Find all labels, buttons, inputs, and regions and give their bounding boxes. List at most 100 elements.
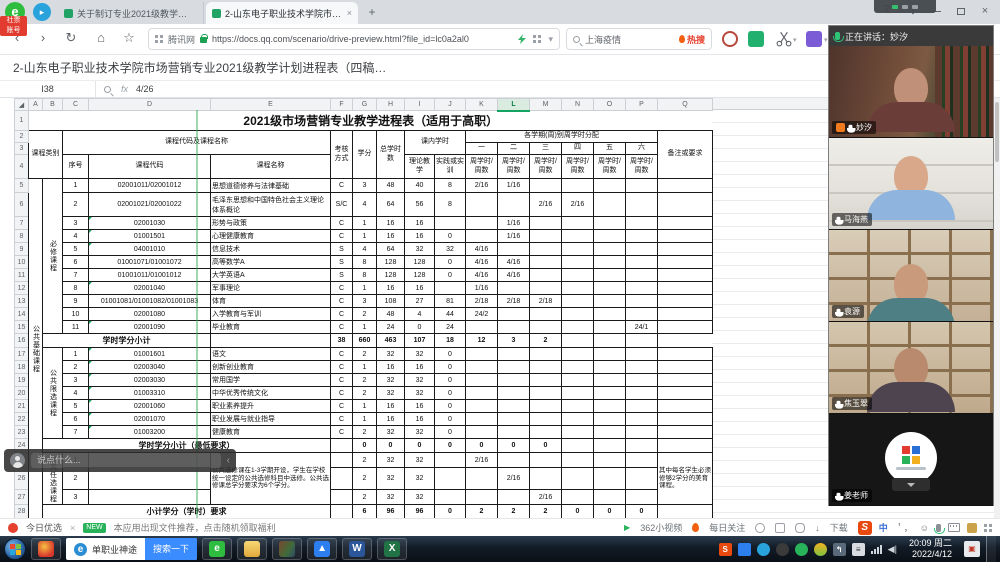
row-header-19[interactable]: 19 — [15, 374, 29, 387]
course-code-cell[interactable]: 02001030 — [89, 217, 211, 230]
table-cell[interactable] — [594, 295, 626, 308]
table-cell[interactable] — [530, 426, 562, 439]
table-cell[interactable] — [530, 230, 562, 243]
table-cell[interactable] — [498, 348, 530, 361]
table-cell[interactable]: 12 — [466, 334, 498, 348]
table-cell[interactable] — [498, 400, 530, 413]
column-header-L[interactable]: L — [498, 99, 530, 111]
table-cell[interactable]: 8 — [353, 256, 377, 269]
table-cell[interactable] — [530, 348, 562, 361]
table-cell[interactable]: 660 — [353, 334, 377, 348]
skin-icon[interactable] — [967, 523, 977, 533]
table-cell[interactable] — [562, 348, 594, 361]
column-header-F[interactable]: F — [331, 99, 353, 111]
table-cell[interactable]: 27 — [405, 295, 435, 308]
lightning-icon[interactable] — [518, 34, 526, 44]
search-ad-button[interactable]: 搜索一下 — [145, 538, 197, 560]
reading-mode-icon[interactable] — [748, 31, 764, 47]
table-cell[interactable] — [658, 374, 713, 387]
table-cell[interactable] — [466, 400, 498, 413]
table-cell[interactable]: 7 — [63, 269, 89, 282]
table-cell[interactable]: 3 — [63, 490, 89, 505]
table-cell[interactable] — [466, 413, 498, 426]
collapse-panel-button[interactable] — [892, 478, 930, 491]
table-cell[interactable]: 2/16 — [498, 468, 530, 490]
row-header-11[interactable]: 11 — [15, 269, 29, 282]
table-cell[interactable]: 2/18 — [530, 295, 562, 308]
table-cell[interactable] — [498, 243, 530, 256]
table-cell[interactable] — [594, 453, 626, 468]
course-name-cell[interactable]: 职业素养提升 — [211, 400, 331, 413]
row-header-14[interactable]: 14 — [15, 308, 29, 321]
table-cell[interactable] — [466, 490, 498, 505]
table-cell[interactable]: 40 — [405, 179, 435, 193]
table-cell[interactable]: 2/16 — [530, 490, 562, 505]
download-icon[interactable]: ↓ — [815, 523, 820, 533]
collapse-chevron-icon[interactable]: ‹ — [227, 455, 230, 466]
table-cell[interactable] — [466, 321, 498, 334]
table-cell[interactable]: 48 — [377, 308, 405, 321]
table-cell[interactable] — [658, 295, 713, 308]
favorites-star-icon[interactable]: ☆ — [120, 30, 138, 46]
table-cell[interactable] — [331, 439, 353, 453]
table-cell[interactable]: C — [331, 348, 353, 361]
table-cell[interactable]: C — [331, 179, 353, 193]
table-cell[interactable]: 11 — [63, 321, 89, 334]
table-cell[interactable] — [498, 490, 530, 505]
column-header-E[interactable]: E — [211, 99, 331, 111]
telegram-tray-icon[interactable] — [757, 543, 770, 556]
table-cell[interactable] — [658, 269, 713, 282]
table-cell[interactable] — [435, 282, 466, 295]
table-cell[interactable]: 32 — [405, 453, 435, 468]
table-cell[interactable] — [562, 179, 594, 193]
table-cell[interactable]: 0 — [435, 387, 466, 400]
table-cell[interactable]: 128 — [405, 269, 435, 282]
table-cell[interactable]: 6 — [63, 256, 89, 269]
table-cell[interactable]: 2/18 — [466, 295, 498, 308]
heart-icon[interactable] — [795, 523, 805, 533]
table-cell[interactable] — [626, 230, 658, 243]
table-cell[interactable]: 16 — [405, 282, 435, 295]
table-cell[interactable] — [594, 179, 626, 193]
table-cell[interactable]: 0 — [435, 230, 466, 243]
table-cell[interactable]: 6 — [353, 505, 377, 519]
course-name-cell[interactable]: 心理健康教育 — [211, 230, 331, 243]
pen-drive-tray-icon[interactable]: ↰ — [833, 543, 846, 556]
table-cell[interactable] — [594, 334, 626, 348]
forward-icon[interactable]: › — [34, 30, 52, 45]
row-header-15[interactable]: 15 — [15, 321, 29, 334]
column-header-K[interactable]: K — [466, 99, 498, 111]
column-header-H[interactable]: H — [377, 99, 405, 111]
table-cell[interactable] — [658, 256, 713, 269]
table-cell[interactable]: 3 — [63, 374, 89, 387]
row-header-27[interactable]: 27 — [15, 490, 29, 505]
row-header-10[interactable]: 10 — [15, 256, 29, 269]
row-header-28[interactable]: 28 — [15, 505, 29, 519]
scrollbar-thumb[interactable] — [995, 102, 999, 162]
table-cell[interactable]: 2 — [353, 426, 377, 439]
sogou-tray-icon[interactable]: S — [719, 543, 732, 556]
table-cell[interactable] — [658, 179, 713, 193]
maximize-button[interactable] — [952, 3, 970, 19]
table-cell[interactable]: C — [331, 217, 353, 230]
table-cell[interactable]: 4/16 — [466, 256, 498, 269]
ball-360-tray-icon[interactable] — [814, 543, 827, 556]
network-icon[interactable] — [871, 544, 882, 554]
table-cell[interactable] — [594, 308, 626, 321]
table-cell[interactable]: 16 — [405, 400, 435, 413]
table-cell[interactable]: 6 — [63, 413, 89, 426]
table-cell[interactable] — [498, 282, 530, 295]
table-cell[interactable] — [658, 413, 713, 426]
table-cell[interactable]: 16 — [405, 217, 435, 230]
video-count-label[interactable]: 362小视频 — [640, 521, 682, 534]
table-cell[interactable] — [530, 361, 562, 374]
subtotal-label[interactable]: 学时学分小计 — [43, 334, 211, 348]
table-cell[interactable] — [626, 468, 658, 490]
table-cell[interactable] — [594, 426, 626, 439]
emoji-icon[interactable]: ☺ — [920, 523, 929, 533]
table-cell[interactable] — [331, 490, 353, 505]
close-ad-icon[interactable]: × — [70, 523, 75, 533]
table-cell[interactable] — [498, 426, 530, 439]
paint-window-icon[interactable]: ▣ — [964, 541, 980, 557]
table-cell[interactable] — [89, 490, 211, 505]
